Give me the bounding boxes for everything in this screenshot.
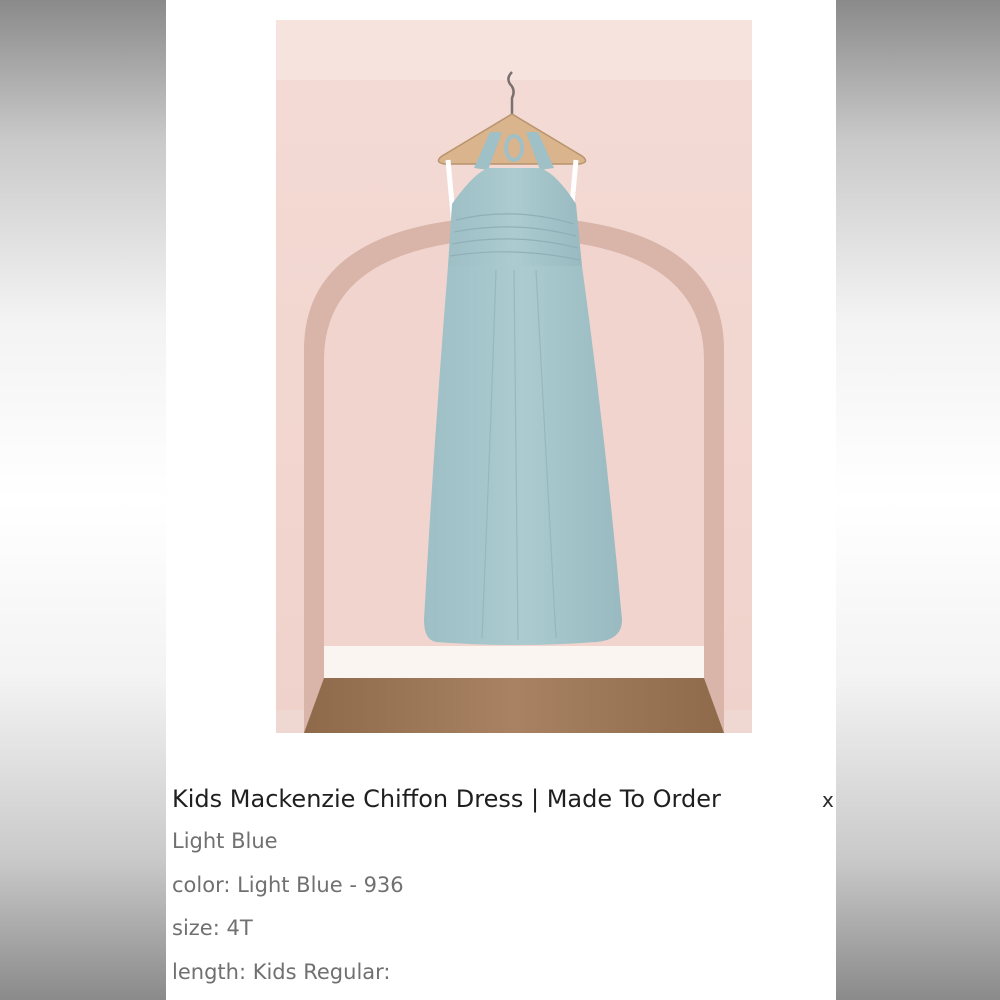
variant-label: Light Blue <box>172 829 278 853</box>
left-backdrop <box>0 0 166 1000</box>
product-title-row: Kids Mackenzie Chiffon Dress | Made To O… <box>172 780 836 820</box>
product-title[interactable]: Kids Mackenzie Chiffon Dress | Made To O… <box>172 780 721 818</box>
right-backdrop <box>836 0 1000 1000</box>
color-option: color: Light Blue - 936 <box>172 873 404 897</box>
length-option: length: Kids Regular: <box>172 960 391 984</box>
product-card: Kids Mackenzie Chiffon Dress | Made To O… <box>166 0 836 1000</box>
size-option: size: 4T <box>172 916 253 940</box>
remove-item-button[interactable]: x <box>822 784 834 816</box>
dress-photo <box>276 20 752 733</box>
product-image[interactable] <box>276 20 752 733</box>
